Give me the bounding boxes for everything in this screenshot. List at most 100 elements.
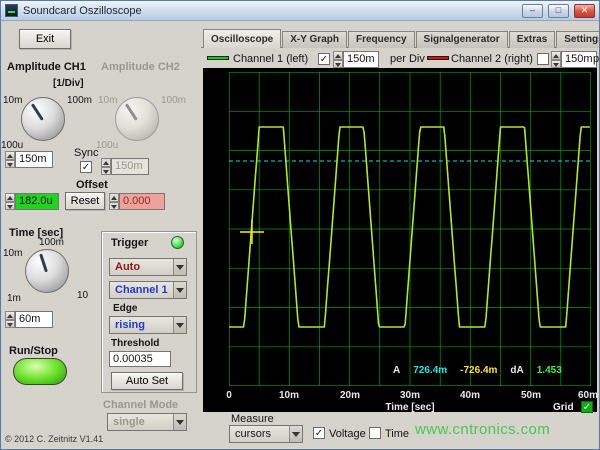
x-tick: 40m [460,390,480,401]
chevron-down-icon[interactable] [289,426,302,442]
minimize-button[interactable] [522,4,543,18]
amplitude-ch1-knob[interactable] [21,97,65,141]
trigger-source-dropdown[interactable]: Channel 1 [109,281,187,299]
spin-down-icon[interactable] [5,202,15,211]
channel1-enable-checkbox[interactable] [318,53,330,65]
chevron-down-icon[interactable] [173,282,186,298]
tab-oscilloscope[interactable]: Oscilloscope [203,29,281,48]
spinner-arrows[interactable] [5,311,15,328]
offset-ch2-value[interactable]: 0.000 [119,193,165,210]
spin-down-icon[interactable] [101,167,111,176]
threshold-input[interactable]: 0.00035 [109,351,171,367]
x-tick: 60m [578,390,598,401]
amplitude-ch2-value[interactable]: 150m [111,158,149,175]
channel2-scale-spinner[interactable]: 150m [551,51,597,68]
edge-label: Edge [113,303,137,314]
ch2-scale-100u: 100u [96,140,118,151]
spin-up-icon[interactable] [333,51,343,60]
spin-down-icon[interactable] [109,202,119,211]
spin-down-icon[interactable] [551,60,561,69]
app-icon [5,4,18,17]
channel1-legend-label: Channel 1 (left) [233,53,308,65]
spin-down-icon[interactable] [333,60,343,69]
knob-needle [31,103,44,121]
spin-up-icon[interactable] [109,193,119,202]
spinner-arrows[interactable] [5,151,15,168]
spinner-arrows[interactable] [551,51,561,68]
offset-reset-button[interactable]: Reset [65,192,105,210]
spinner-arrows[interactable] [5,193,15,210]
scope-plot[interactable] [229,72,591,386]
channel1-scale-value[interactable]: 150m [343,51,379,68]
tab-frequency[interactable]: Frequency [348,31,415,48]
channel1-color-swatch [207,56,229,60]
channel2-scale-value[interactable]: 150m [561,51,597,68]
spin-up-icon[interactable] [5,193,15,202]
knob-needle [125,103,138,121]
channel2-per-div-label: per Div [593,53,600,65]
trigger-source-value[interactable]: Channel 1 [110,282,173,298]
tab-xy-graph[interactable]: X-Y Graph [282,31,347,48]
amplitude-ch1-value[interactable]: 150m [15,151,53,168]
measure-mode-value[interactable]: cursors [230,426,289,442]
close-button[interactable] [574,4,595,18]
offset-ch2-spinner[interactable]: 0.000 [109,193,165,210]
run-stop-label: Run/Stop [9,345,58,357]
channel-mode-value[interactable]: single [108,414,173,430]
trigger-edge-value[interactable]: rising [110,317,173,333]
time-knob[interactable] [25,249,69,293]
spin-up-icon[interactable] [551,51,561,60]
spinner-arrows[interactable] [101,158,111,175]
grid-label: Grid [553,402,574,413]
amplitude-ch1-title: Amplitude CH1 [7,61,86,73]
measure-mode-dropdown[interactable]: cursors [229,425,303,443]
tab-settings[interactable]: Settings [556,31,600,48]
amplitude-ch1-spinner[interactable]: 150m [5,151,53,168]
offset-label: Offset [76,179,108,191]
amplitude-ch2-title: Amplitude CH2 [101,61,180,73]
channel1-scale-spinner[interactable]: 150m [333,51,379,68]
amplitude-ch2-spinner[interactable]: 150m [101,158,149,175]
trigger-edge-dropdown[interactable]: rising [109,316,187,334]
time-label: Time [385,428,409,440]
spinner-arrows[interactable] [109,193,119,210]
chevron-down-icon[interactable] [173,259,186,275]
auto-set-button[interactable]: Auto Set [111,372,183,390]
maximize-button[interactable] [548,4,569,18]
channel2-legend-label: Channel 2 (right) [451,53,533,65]
offset-ch1-value[interactable]: 182.0u [15,193,59,210]
exit-button[interactable]: Exit [19,29,71,49]
spin-down-icon[interactable] [5,160,15,169]
offset-ch1-spinner[interactable]: 182.0u [5,193,59,210]
spin-down-icon[interactable] [5,320,15,329]
sync-checkbox[interactable] [80,161,92,173]
spin-up-icon[interactable] [5,311,15,320]
x-tick: 50m [521,390,541,401]
amplitude-ch2-knob[interactable] [115,97,159,141]
x-tick: 20m [340,390,360,401]
spin-up-icon[interactable] [101,158,111,167]
ch1-scale-100m: 100m [67,95,92,106]
scope-display: A 726.4m -726.4m dA 1.453 0 10m 20m 30m … [203,68,597,412]
ch1-scale-10m: 10m [3,95,22,106]
chevron-down-icon[interactable] [173,317,186,333]
run-stop-button[interactable] [13,358,67,385]
channel2-enable-checkbox[interactable] [537,53,549,65]
tab-signalgenerator[interactable]: Signalgenerator [416,31,508,48]
spin-up-icon[interactable] [5,151,15,160]
time-spinner[interactable]: 60m [5,311,53,328]
chevron-down-icon[interactable] [173,414,186,430]
time-value[interactable]: 60m [15,311,53,328]
trigger-mode-value[interactable]: Auto [110,259,173,275]
grid-checkbox[interactable] [581,401,593,413]
x-tick: 0 [226,390,232,401]
voltage-checkbox[interactable] [313,427,325,439]
trigger-mode-dropdown[interactable]: Auto [109,258,187,276]
tab-extras[interactable]: Extras [509,31,556,48]
x-tick: 30m [400,390,420,401]
cursor-a-value: 726.4m [413,365,447,376]
spinner-arrows[interactable] [333,51,343,68]
time-checkbox[interactable] [369,427,381,439]
channel-mode-dropdown[interactable]: single [107,413,187,431]
channel-mode-label: Channel Mode [103,399,178,411]
